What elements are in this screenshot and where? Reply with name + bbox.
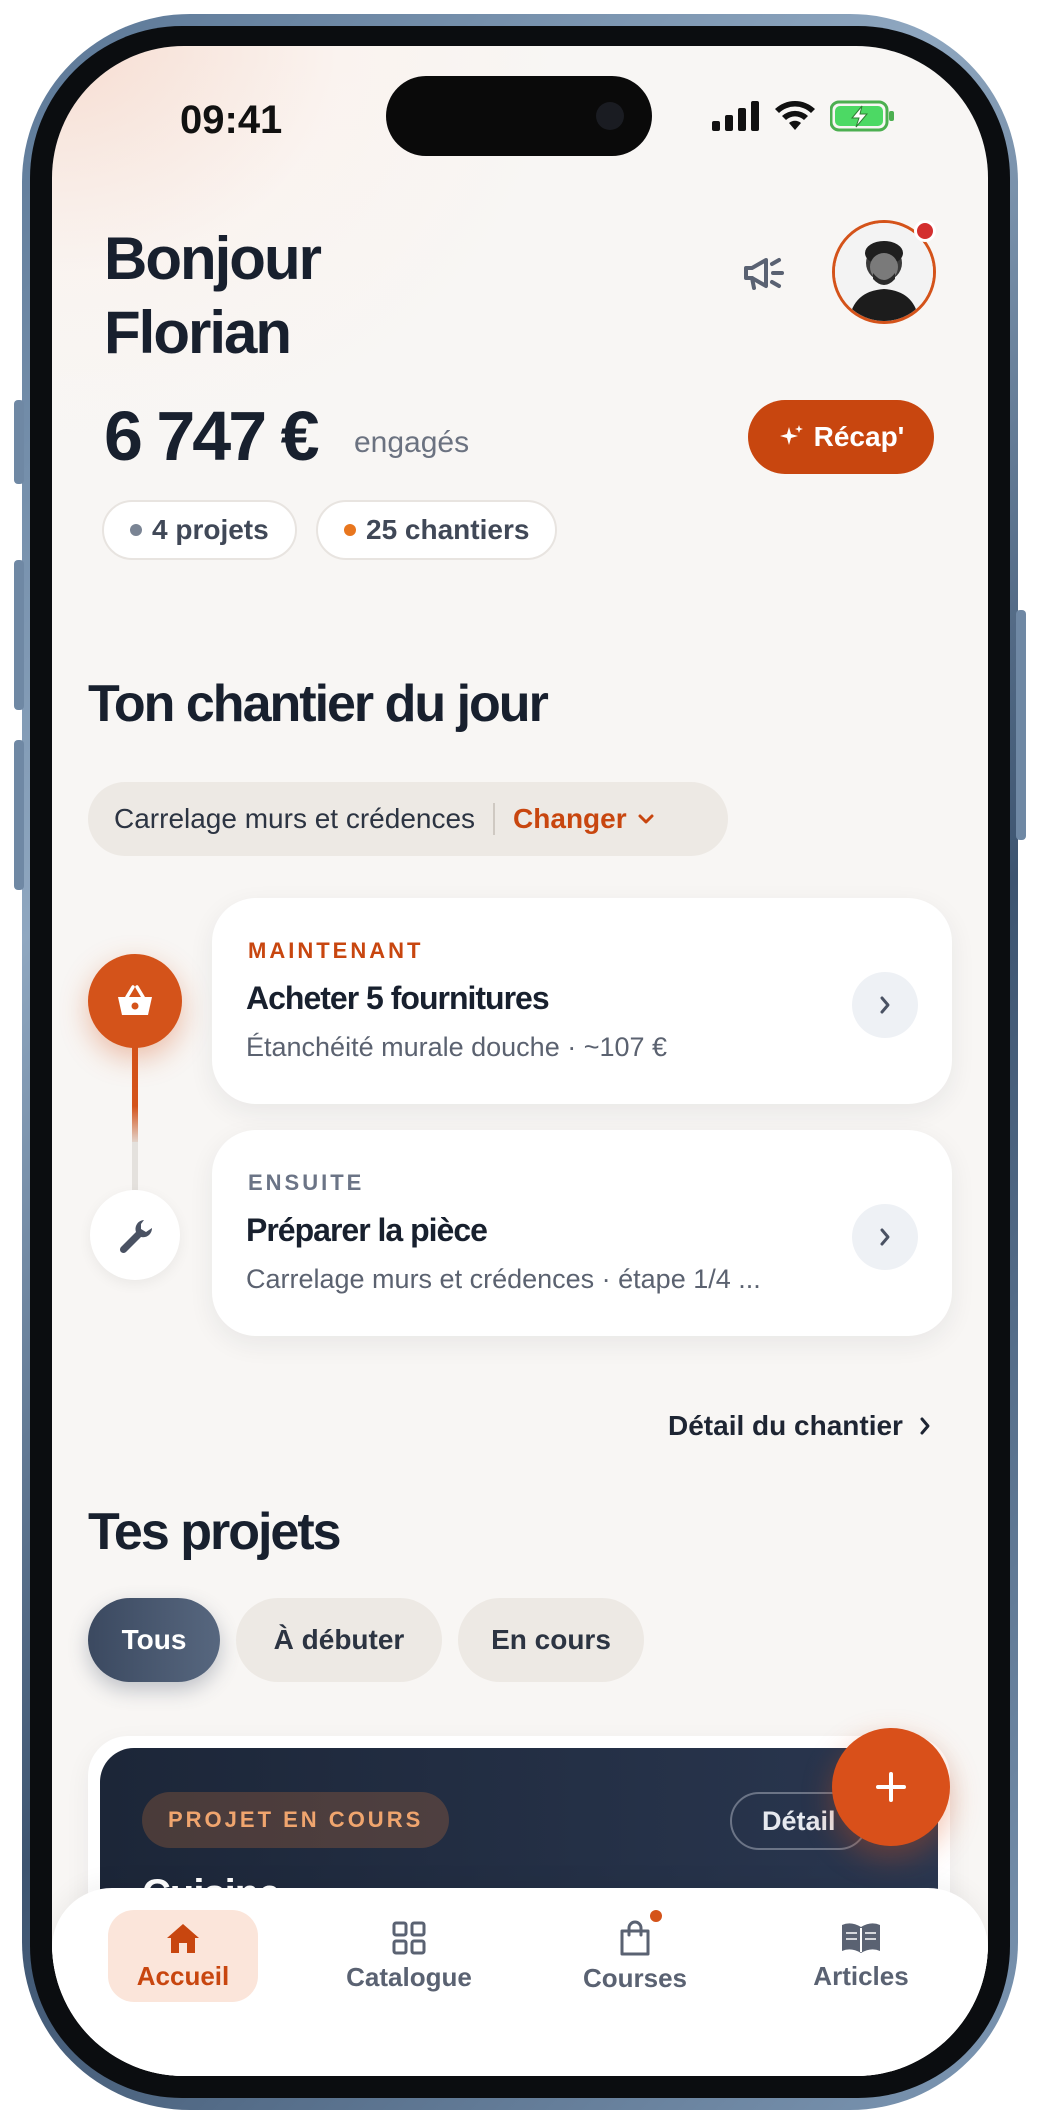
divider — [493, 803, 496, 835]
battery-charging-icon — [830, 100, 894, 132]
volume-down-button — [14, 740, 24, 890]
cellular-signal-icon — [712, 101, 759, 131]
recap-label: Récap' — [813, 421, 905, 452]
project-status-tag: PROJET EN COURS — [142, 1792, 450, 1848]
greeting: Bonjour Florian — [104, 222, 322, 370]
grid-icon — [392, 1921, 426, 1954]
task-subtitle: Étanchéité murale douche · ~107 € — [246, 1032, 668, 1062]
task-open-button[interactable] — [852, 972, 918, 1038]
committed-label: engagés — [354, 426, 470, 459]
task-tag: ENSUITE — [248, 1170, 365, 1195]
add-project-button[interactable] — [832, 1728, 950, 1846]
wrench-icon — [119, 1220, 153, 1254]
committed-amount: 6 747 € — [104, 397, 320, 475]
filter-all[interactable]: Tous — [88, 1598, 220, 1682]
nav-item-catalogue[interactable]: Catalogue — [334, 1910, 484, 2002]
wifi-icon — [775, 101, 815, 130]
courses-badge-dot — [650, 1910, 662, 1922]
task-tag: MAINTENANT — [248, 938, 424, 963]
task-subtitle: Carrelage murs et crédences · étape 1/4 … — [246, 1264, 761, 1294]
timeline-step-next — [90, 1190, 180, 1280]
status-dot — [130, 524, 142, 536]
sparkles-icon — [779, 425, 803, 445]
greeting-line-1: Bonjour — [104, 225, 322, 292]
chantier-detail-label: Détail du chantier — [668, 1410, 903, 1441]
notification-dot — [914, 220, 936, 242]
nav-label: Catalogue — [346, 1961, 472, 1992]
filter-in-progress[interactable]: En cours — [458, 1598, 644, 1682]
timeline-line — [132, 1142, 138, 1190]
timeline-step-current — [88, 954, 182, 1048]
chevron-right-icon — [880, 1228, 890, 1246]
bottom-navigation: Accueil Catalogue Courses Articles — [52, 1888, 988, 2076]
nav-label: Courses — [582, 1962, 688, 1993]
status-time: 09:41 — [180, 98, 283, 142]
selected-chantier: Carrelage murs et crédences — [114, 803, 476, 834]
timeline-progress-line — [132, 1046, 138, 1146]
status-dot — [344, 524, 356, 536]
projects-count-pill[interactable]: 4 projets — [102, 500, 297, 560]
chevron-down-icon — [638, 814, 654, 824]
projects-count-label: 4 projets — [152, 514, 269, 545]
filter-to-start[interactable]: À débuter — [236, 1598, 442, 1682]
power-button — [1016, 610, 1026, 840]
nav-item-courses[interactable]: Courses — [560, 1910, 710, 2002]
chantiers-count-label: 25 chantiers — [366, 514, 530, 545]
task-card-next[interactable]: ENSUITE Préparer la pièce Carrelage murs… — [212, 1130, 952, 1336]
task-title: Acheter 5 fournitures — [246, 980, 550, 1016]
basket-icon — [118, 985, 152, 1015]
megaphone-icon[interactable] — [740, 248, 790, 298]
nav-item-accueil[interactable]: Accueil — [108, 1910, 258, 2002]
volume-up-button — [14, 560, 24, 710]
change-label: Changer — [513, 803, 627, 834]
nav-label: Accueil — [136, 1960, 230, 1991]
change-button[interactable]: Changer — [513, 803, 655, 835]
today-section-title: Ton chantier du jour — [88, 675, 549, 733]
task-title: Préparer la pièce — [246, 1212, 488, 1248]
chantiers-count-pill[interactable]: 25 chantiers — [316, 500, 558, 560]
chevron-right-icon — [920, 1417, 930, 1435]
plus-icon — [876, 1772, 906, 1802]
chantier-detail-link[interactable]: Détail du chantier — [668, 1410, 931, 1442]
chantier-selector[interactable]: Carrelage murs et crédences Changer — [88, 782, 728, 856]
chevron-right-icon — [880, 996, 890, 1014]
dynamic-island — [386, 76, 652, 156]
shopping-bag-icon — [620, 1920, 650, 1955]
nav-item-articles[interactable]: Articles — [786, 1910, 936, 2002]
nav-label: Articles — [813, 1960, 909, 1991]
app-screen: 09:41 Bonjour Florian 6 747 € engagés Ré… — [52, 46, 988, 2076]
home-icon — [167, 1923, 199, 1953]
projects-section-title: Tes projets — [88, 1503, 342, 1561]
greeting-name: Florian — [104, 299, 292, 366]
task-card-now[interactable]: MAINTENANT Acheter 5 fournitures Étanché… — [212, 898, 952, 1104]
book-icon — [842, 1922, 880, 1953]
action-button — [14, 400, 24, 484]
task-open-button[interactable] — [852, 1204, 918, 1270]
status-icons — [712, 100, 896, 132]
recap-button[interactable]: Récap' — [748, 400, 934, 474]
